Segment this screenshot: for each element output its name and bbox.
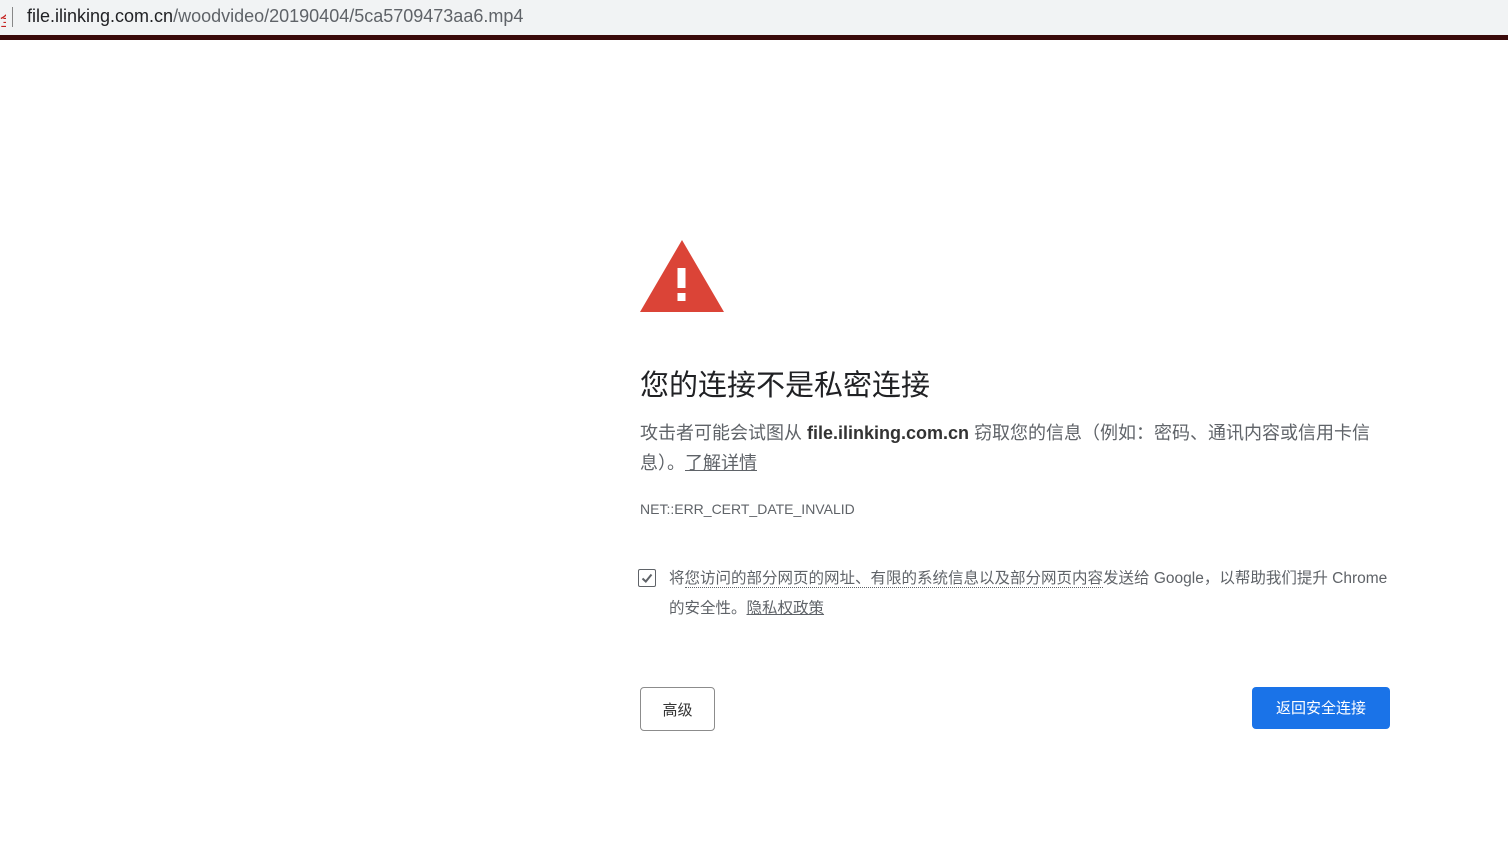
optin-details-link[interactable]: 您访问的部分网页的网址、有限的系统信息以及部分网页内容 [684,570,1104,588]
privacy-policy-link[interactable]: 隐私权政策 [747,600,825,617]
advanced-button[interactable]: 高级 [640,687,715,731]
error-code: NET::ERR_CERT_DATE_INVALID [640,501,855,517]
optin-prefix: 将 [669,570,685,587]
learn-more-link[interactable]: 了解详情 [685,453,757,473]
desc-prefix: 攻击者可能会试图从 [640,423,802,443]
url-host: file.ilinking.com.cn [27,6,174,26]
top-divider-line [0,35,1508,40]
url-text[interactable]: file.ilinking.com.cn/woodvideo/20190404/… [27,6,523,27]
address-divider [12,7,13,27]
address-bar[interactable]: 全 file.ilinking.com.cn/woodvideo/2019040… [0,0,1508,35]
desc-host: file.ilinking.com.cn [807,423,970,443]
warning-description: 攻击者可能会试图从 file.ilinking.com.cn 窃取您的信息（例如… [640,418,1390,478]
page-title: 您的连接不是私密连接 [640,370,931,402]
back-to-safety-button[interactable]: 返回安全连接 [1252,687,1390,729]
url-path: /woodvideo/20190404/5ca5709473aa6.mp4 [173,6,524,26]
warning-triangle-icon [640,240,724,312]
checkmark-icon [641,573,653,583]
extended-reporting-label: 将您访问的部分网页的网址、有限的系统信息以及部分网页内容发送给 Google，以… [669,564,1389,624]
extended-reporting-checkbox[interactable] [638,569,656,587]
security-indicator[interactable]: 全 [0,6,6,31]
